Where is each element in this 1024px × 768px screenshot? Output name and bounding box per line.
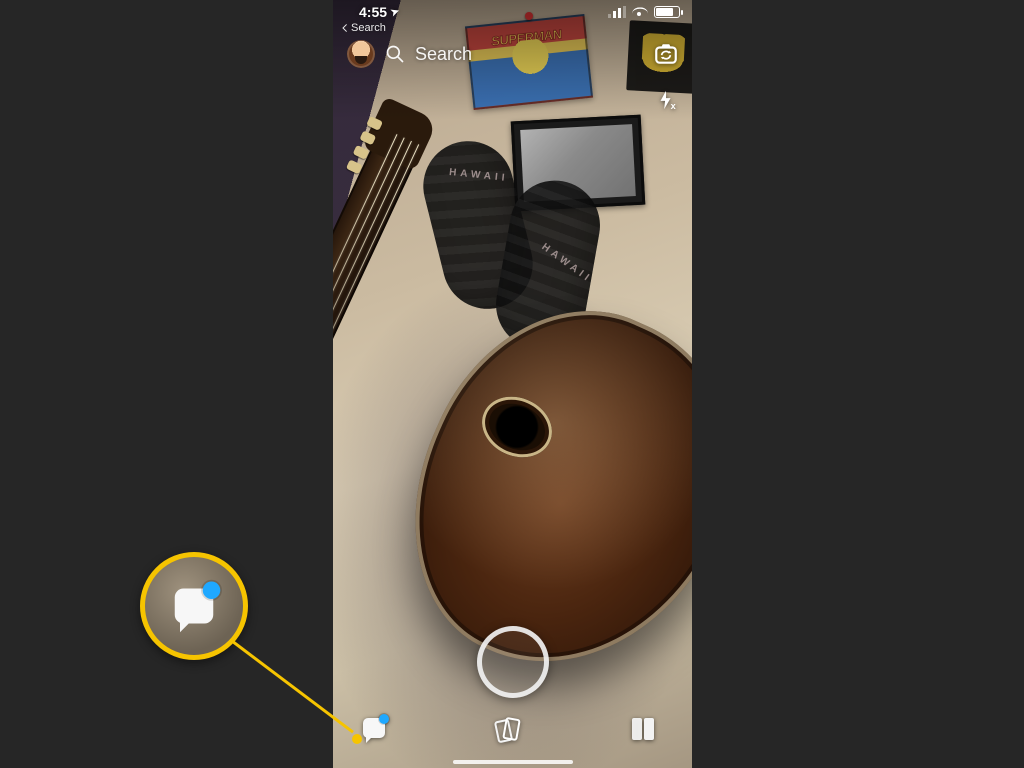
profile-avatar[interactable]: [347, 40, 375, 68]
memories-tab[interactable]: [498, 718, 528, 748]
breadcrumb-back-label: Search: [351, 22, 386, 34]
location-services-icon: ➤: [389, 5, 401, 18]
annotation-callout-circle: [140, 552, 248, 660]
wifi-icon: [632, 6, 648, 18]
search-icon[interactable]: [385, 44, 405, 64]
flip-camera-button[interactable]: [650, 38, 682, 70]
header-row: Search: [333, 36, 692, 72]
breadcrumb-back[interactable]: Search: [341, 22, 386, 34]
home-indicator[interactable]: [453, 760, 573, 764]
notification-dot-icon: [203, 582, 221, 600]
notification-dot-icon: [379, 714, 389, 724]
camera-controls: x: [650, 38, 682, 116]
battery-icon: [654, 6, 680, 18]
search-input[interactable]: Search: [415, 44, 472, 65]
svg-text:x: x: [671, 101, 677, 111]
memories-cards-icon: [498, 718, 520, 742]
cellular-signal-icon: [608, 6, 626, 18]
discover-panels-icon: [632, 718, 654, 740]
phone-screen: SUPERMAN HAWAII HAWAII 4:55 ➤: [333, 0, 692, 768]
discover-tab[interactable]: [632, 718, 662, 748]
flash-toggle-button[interactable]: x: [650, 84, 682, 116]
chat-bubble-icon: [175, 589, 214, 624]
clock-text: 4:55: [359, 4, 387, 20]
bottom-nav: [333, 712, 692, 754]
capture-button[interactable]: [477, 626, 549, 698]
chat-bubble-icon: [363, 718, 385, 738]
chat-tab[interactable]: [363, 718, 393, 748]
annotation-leader-dot: [352, 734, 362, 744]
status-bar: 4:55 ➤: [333, 2, 692, 22]
status-time: 4:55 ➤: [359, 4, 399, 20]
